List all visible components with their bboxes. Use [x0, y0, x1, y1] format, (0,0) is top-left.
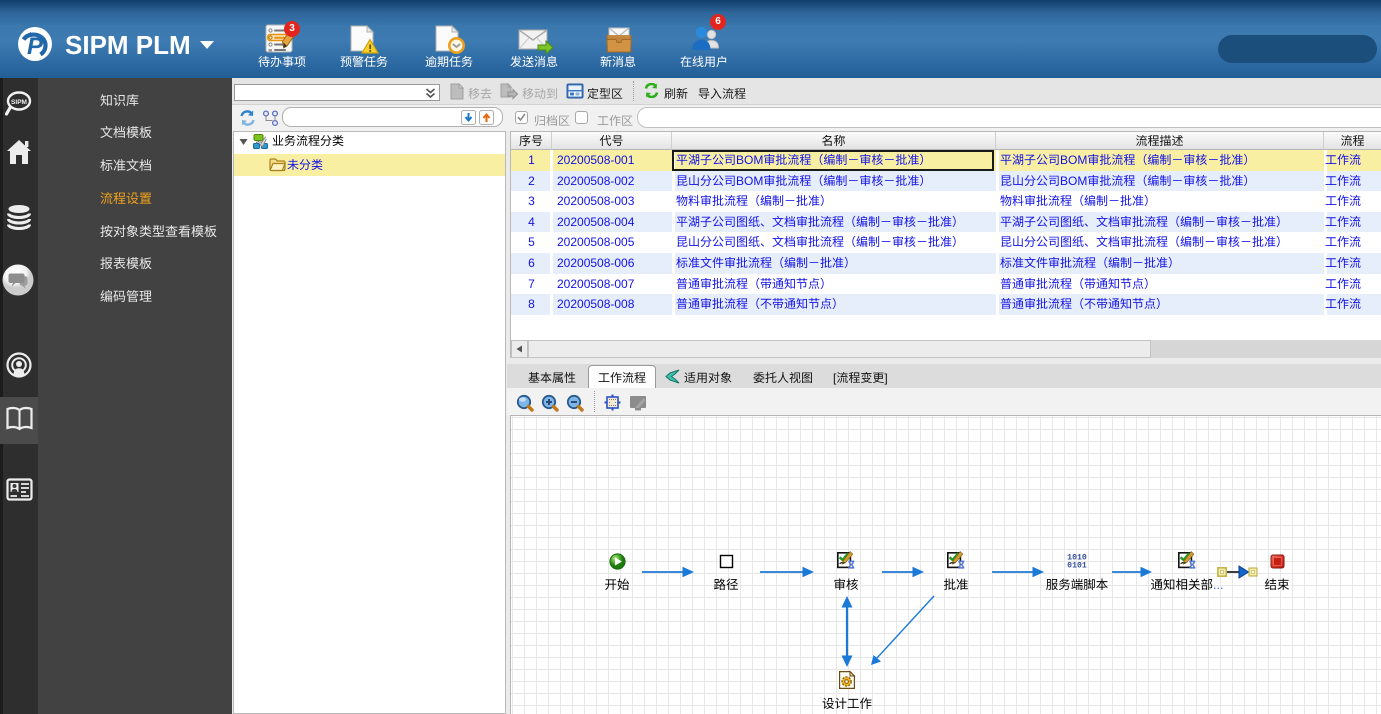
svg-text:SIPM: SIPM	[11, 99, 27, 106]
svg-text:0101: 0101	[1067, 561, 1087, 570]
svg-text:P: P	[27, 33, 44, 60]
